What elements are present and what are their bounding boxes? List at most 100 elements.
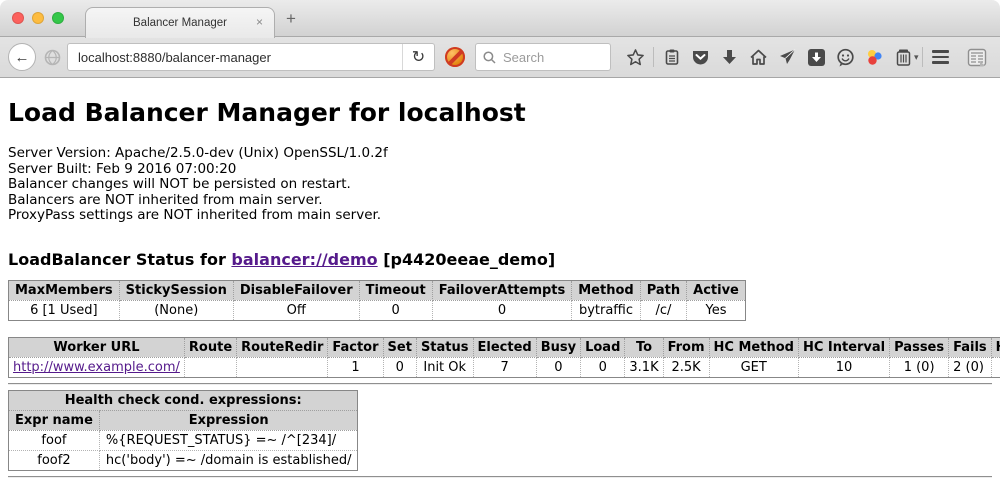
- column-header: Expr name: [9, 410, 100, 430]
- table-cell: foof2: [9, 450, 100, 470]
- table-row: http://www.example.com/10Init Ok7003.1K2…: [9, 357, 1000, 377]
- worker-status-table: Worker URLRouteRouteRedirFactorSetStatus…: [8, 337, 1000, 378]
- table-cell: http://www.example.com/: [9, 357, 185, 377]
- toolbar-separator: [653, 47, 654, 67]
- table-cell: foof: [9, 430, 100, 450]
- balancer-demo-link[interactable]: balancer://demo: [231, 250, 377, 269]
- status-heading-suffix: [p4420eeae_demo]: [378, 250, 556, 269]
- table-row: foof%{REQUEST_STATUS} =~ /^[234]/: [9, 430, 358, 450]
- hamburger-menu-button[interactable]: [926, 42, 955, 72]
- send-tab-button[interactable]: [773, 42, 802, 72]
- table-header-row: Worker URLRouteRouteRedirFactorSetStatus…: [9, 337, 1000, 357]
- table-cell: Off: [233, 300, 359, 320]
- column-header: Expression: [99, 410, 358, 430]
- table-cell: GET: [709, 357, 798, 377]
- health-check-table: Health check cond. expressions: Expr nam…: [8, 390, 358, 471]
- browser-window: Balancer Manager × + ← localhost:8880/ba…: [0, 0, 1000, 491]
- table-cell: [237, 357, 328, 377]
- reader-sidebar-button[interactable]: [963, 42, 992, 72]
- chevron-down-icon[interactable]: ▾: [914, 52, 919, 63]
- hamburger-icon: [932, 50, 949, 64]
- home-button[interactable]: [744, 42, 773, 72]
- column-header: Set: [383, 337, 416, 357]
- table-cell: 0: [432, 300, 572, 320]
- table-cell: 10: [798, 357, 889, 377]
- window-controls: [12, 12, 64, 24]
- table-cell: 2 (0): [949, 357, 992, 377]
- toolbar-separator: [922, 47, 923, 67]
- download-manager-button[interactable]: [802, 42, 831, 72]
- zoom-window-button[interactable]: [52, 12, 64, 24]
- close-window-button[interactable]: [12, 12, 24, 24]
- table-cell: (None): [119, 300, 233, 320]
- table-cell: 1 (0): [890, 357, 949, 377]
- column-header: Timeout: [359, 280, 432, 300]
- section-divider: [8, 383, 992, 385]
- balancer-settings-table: MaxMembersStickySessionDisableFailoverTi…: [8, 280, 746, 321]
- column-header: StickySession: [119, 280, 233, 300]
- table-header-row: Expr nameExpression: [9, 410, 358, 430]
- clipboard-button[interactable]: [657, 42, 686, 72]
- tab-balancer-manager[interactable]: Balancer Manager ×: [85, 7, 275, 38]
- bookmark-star-button[interactable]: [621, 42, 650, 72]
- table-cell: Init Ok: [416, 357, 473, 377]
- table-cell: bytraffic: [572, 300, 640, 320]
- column-header: FailoverAttempts: [432, 280, 572, 300]
- column-header: HC Interval: [798, 337, 889, 357]
- page-content: Load Balancer Manager for localhost Serv…: [0, 78, 1000, 490]
- server-info-block: Server Version: Apache/2.5.0-dev (Unix) …: [8, 146, 992, 224]
- column-header: Path: [640, 280, 686, 300]
- table-cell: 3.1K: [625, 357, 663, 377]
- column-header: DisableFailover: [233, 280, 359, 300]
- column-header: Elected: [473, 337, 536, 357]
- table-row: foof2hc('body') =~ /domain is establishe…: [9, 450, 358, 470]
- table-cell: %{REQUEST_STATUS} =~ /^[234]/: [99, 430, 358, 450]
- reload-button[interactable]: ↻: [403, 47, 434, 67]
- downloads-arrow-button[interactable]: [715, 42, 744, 72]
- minimize-window-button[interactable]: [32, 12, 44, 24]
- pocket-button[interactable]: [686, 42, 715, 72]
- url-bar[interactable]: localhost:8880/balancer-manager ↻: [67, 43, 435, 71]
- table-cell: 0: [536, 357, 580, 377]
- navigation-toolbar: ← localhost:8880/balancer-manager ↻: [0, 37, 1000, 78]
- table-header-row: MaxMembersStickySessionDisableFailoverTi…: [9, 280, 746, 300]
- table-cell: Yes: [687, 300, 746, 320]
- search-input[interactable]: [501, 49, 591, 66]
- tab-close-icon[interactable]: ×: [256, 16, 263, 28]
- server-info-line: Server Built: Feb 9 2016 07:00:20: [8, 162, 992, 178]
- server-info-line: Balancer changes will NOT be persisted o…: [8, 177, 992, 193]
- table-cell: 7: [473, 357, 536, 377]
- new-tab-button[interactable]: +: [286, 9, 296, 29]
- site-identity-globe-icon: [44, 49, 61, 66]
- table-cell: 1: [328, 357, 383, 377]
- back-button[interactable]: ←: [8, 43, 36, 71]
- table-cell: /c/: [640, 300, 686, 320]
- column-header: Factor: [328, 337, 383, 357]
- column-header: Method: [572, 280, 640, 300]
- back-arrow-icon: ←: [15, 49, 30, 66]
- column-header: Busy: [536, 337, 580, 357]
- content-blocked-icon[interactable]: [445, 47, 465, 67]
- table-cell: [991, 357, 1000, 377]
- column-header: To: [625, 337, 663, 357]
- bottom-divider: [8, 476, 992, 478]
- table-header-row: Health check cond. expressions:: [9, 390, 358, 410]
- feedback-smiley-button[interactable]: [831, 42, 860, 72]
- toolbar-buttons: ▾: [621, 42, 992, 72]
- worker-url-link[interactable]: http://www.example.com/: [13, 360, 180, 375]
- search-icon: [483, 51, 496, 64]
- search-bar[interactable]: [475, 43, 611, 71]
- status-heading-prefix: LoadBalancer Status for: [8, 250, 231, 269]
- colorful-dots-button[interactable]: [860, 42, 889, 72]
- url-text[interactable]: localhost:8880/balancer-manager: [68, 50, 402, 65]
- column-header: Status: [416, 337, 473, 357]
- column-header: From: [663, 337, 709, 357]
- column-header: Load: [581, 337, 625, 357]
- server-info-line: ProxyPass settings are NOT inherited fro…: [8, 208, 992, 224]
- table-cell: 6 [1 Used]: [9, 300, 120, 320]
- column-header: Fails: [949, 337, 992, 357]
- column-header: Route: [184, 337, 236, 357]
- table-cell: 0: [383, 357, 416, 377]
- table-row: 6 [1 Used](None)Off00bytraffic/c/Yes: [9, 300, 746, 320]
- status-heading: LoadBalancer Status for balancer://demo …: [8, 250, 992, 269]
